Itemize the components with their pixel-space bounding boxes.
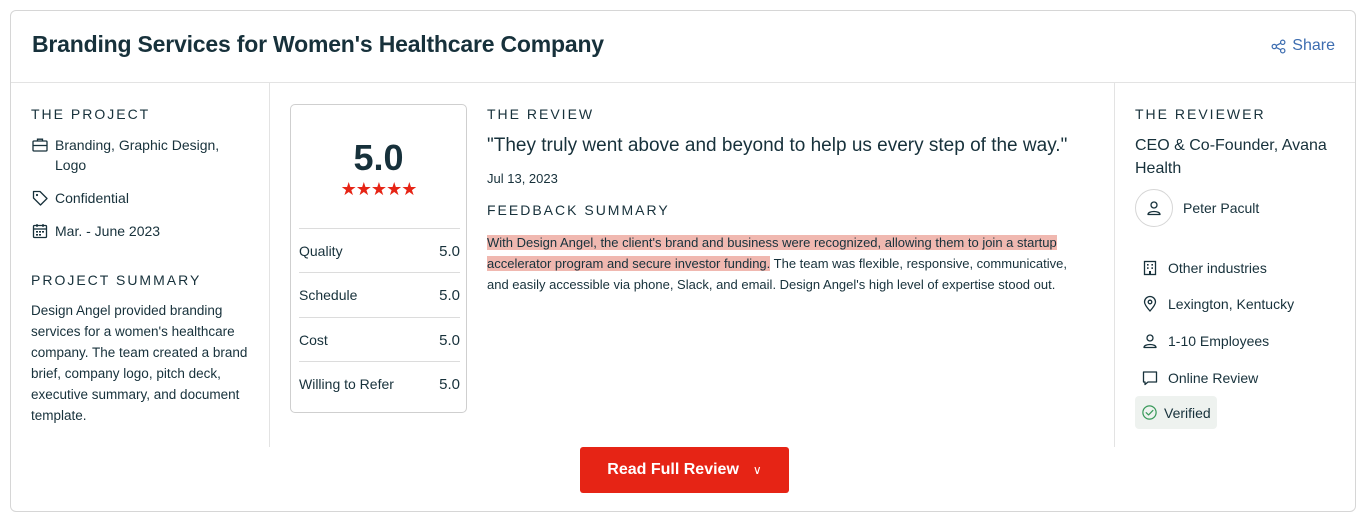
rating-value: 5.0	[439, 286, 460, 304]
rating-value: 5.0	[439, 375, 460, 393]
rating-value: 5.0	[439, 242, 460, 260]
project-summary-label: PROJECT SUMMARY	[31, 272, 202, 288]
reviewer-name: Peter Pacult	[1183, 200, 1260, 216]
check-circle-icon	[1142, 405, 1157, 420]
ratings-box: 5.0 ★★★★★ Quality 5.0 Schedule 5.0 Cost …	[290, 104, 467, 413]
reviewer-column: THE REVIEWER CEO & Co-Founder, Avana Hea…	[1114, 83, 1356, 447]
building-icon	[1143, 260, 1157, 276]
project-section-label: THE PROJECT	[31, 106, 151, 122]
reviewer-employees-text: 1-10 Employees	[1168, 333, 1270, 349]
reviewer-location-text: Lexington, Kentucky	[1168, 296, 1295, 312]
share-icon	[1271, 39, 1286, 53]
card-header: Branding Services for Women's Healthcare…	[11, 11, 1355, 83]
read-full-review-label: Read Full Review	[607, 461, 739, 478]
reviewer-industry: Other industries	[1141, 258, 1267, 278]
chat-bubble-icon	[1142, 371, 1158, 386]
rating-value: 5.0	[439, 331, 460, 349]
briefcase-icon	[32, 138, 48, 152]
rating-row-quality: Quality 5.0	[299, 228, 460, 273]
review-quote: "They truly went above and beyond to hel…	[487, 135, 1068, 156]
avatar	[1135, 189, 1173, 227]
project-services: Branding, Graphic Design, Logo	[31, 135, 231, 175]
tag-icon	[32, 190, 48, 206]
reviewer-location: Lexington, Kentucky	[1141, 294, 1294, 314]
location-pin-icon	[1143, 295, 1157, 312]
review-card: Branding Services for Women's Healthcare…	[10, 10, 1356, 512]
share-button[interactable]: Share	[1271, 37, 1335, 55]
review-title: Branding Services for Women's Healthcare…	[32, 31, 604, 57]
rating-label: Cost	[299, 332, 328, 348]
feedback-summary-text: With Design Angel, the client's brand an…	[487, 232, 1082, 295]
calendar-icon	[32, 224, 48, 239]
chevron-down-icon: ∨	[752, 463, 762, 477]
person-icon	[1143, 334, 1157, 349]
read-full-review-button[interactable]: Read Full Review ∨	[580, 447, 789, 493]
verified-badge: Verified	[1135, 396, 1217, 429]
reviewer-review-type: Online Review	[1141, 368, 1258, 388]
rating-row-schedule: Schedule 5.0	[299, 272, 460, 317]
share-label: Share	[1292, 37, 1335, 54]
reviewer-review-type-text: Online Review	[1168, 370, 1259, 386]
reviewer-section-label: THE REVIEWER	[1135, 106, 1266, 122]
project-dates-text: Mar. - June 2023	[55, 223, 161, 239]
project-budget-text: Confidential	[55, 190, 129, 206]
review-section-label: THE REVIEW	[487, 106, 595, 122]
star-rating-icon: ★★★★★	[340, 179, 418, 199]
verified-label: Verified	[1164, 404, 1211, 421]
rating-label: Willing to Refer	[299, 376, 394, 392]
overall-score: 5.0	[353, 137, 404, 178]
rating-row-willing-to-refer: Willing to Refer 5.0	[299, 361, 460, 406]
project-dates: Mar. - June 2023	[31, 221, 160, 241]
user-icon	[1147, 201, 1161, 216]
rating-label: Schedule	[299, 287, 358, 303]
feedback-summary-label: FEEDBACK SUMMARY	[487, 202, 670, 218]
reviewer-industry-text: Other industries	[1168, 260, 1267, 276]
project-budget: Confidential	[31, 188, 129, 208]
review-date: Jul 13, 2023	[487, 171, 558, 186]
reviewer-title: CEO & Co-Founder, Avana Health	[1135, 137, 1327, 177]
project-summary-text: Design Angel provided branding services …	[31, 303, 248, 423]
reviewer-employees: 1-10 Employees	[1141, 331, 1269, 351]
project-column: THE PROJECT Branding, Graphic Design, Lo…	[11, 83, 270, 447]
project-services-text: Branding, Graphic Design, Logo	[55, 137, 220, 173]
rating-label: Quality	[299, 243, 343, 259]
reviewer-name-pill: Peter Pacult	[1135, 189, 1259, 227]
rating-row-cost: Cost 5.0	[299, 317, 460, 362]
